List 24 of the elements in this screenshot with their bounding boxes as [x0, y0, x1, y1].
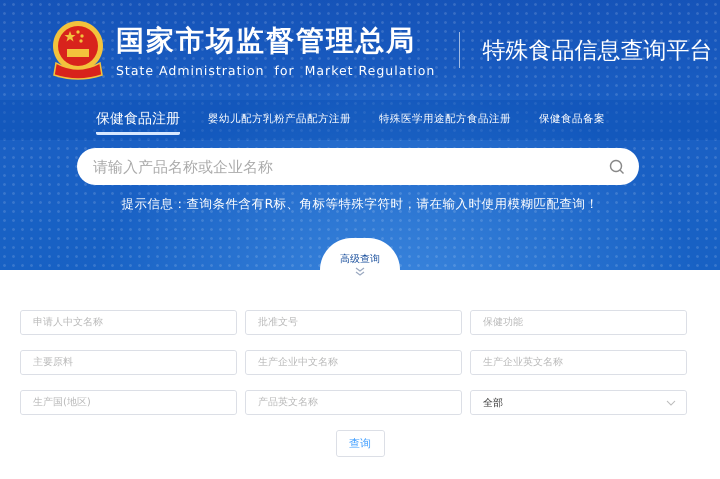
- filter-field[interactable]: 申请人中文名称: [20, 310, 237, 335]
- filter-field[interactable]: 生产国(地区): [20, 390, 237, 415]
- filter-field[interactable]: 生产企业中文名称: [245, 350, 462, 375]
- nav-tab[interactable]: 保健食品注册: [96, 106, 180, 134]
- chevron-down-icon: [666, 400, 676, 406]
- search-field[interactable]: 请输入产品名称或企业名称: [91, 156, 609, 176]
- filter-field[interactable]: 生产企业英文名称: [470, 350, 687, 375]
- filter-field[interactable]: 主要原料: [20, 350, 237, 375]
- agency-subtitle: State Administration for Market Regulation: [116, 63, 436, 78]
- chevron-down-icon[interactable]: [355, 267, 365, 276]
- nav-tab[interactable]: 保健食品备案: [539, 108, 605, 132]
- search-icon[interactable]: [609, 158, 625, 174]
- advanced-search-toggle[interactable]: 高级查询: [320, 238, 400, 270]
- platform-title: 特殊食品信息查询平台: [482, 36, 712, 66]
- agency-title: 国家市场监督管理总局: [116, 23, 417, 59]
- nav-tab[interactable]: 婴幼儿配方乳粉产品配方注册: [208, 108, 351, 132]
- select-dropdown[interactable]: 全部: [470, 390, 687, 415]
- nav-tab[interactable]: 特殊医学用途配方食品注册: [379, 108, 511, 132]
- filter-field[interactable]: 批准文号: [245, 310, 462, 335]
- emblem-icon: [50, 19, 106, 81]
- filter-field[interactable]: 产品英文名称: [245, 390, 462, 415]
- hint-text: 提示信息：查询条件含有R标、角标等特殊字符时，请在输入时使用模糊匹配查询！: [120, 196, 600, 213]
- search-bar[interactable]: 请输入产品名称或企业名称: [77, 148, 639, 185]
- filter-field[interactable]: 保健功能: [470, 310, 687, 335]
